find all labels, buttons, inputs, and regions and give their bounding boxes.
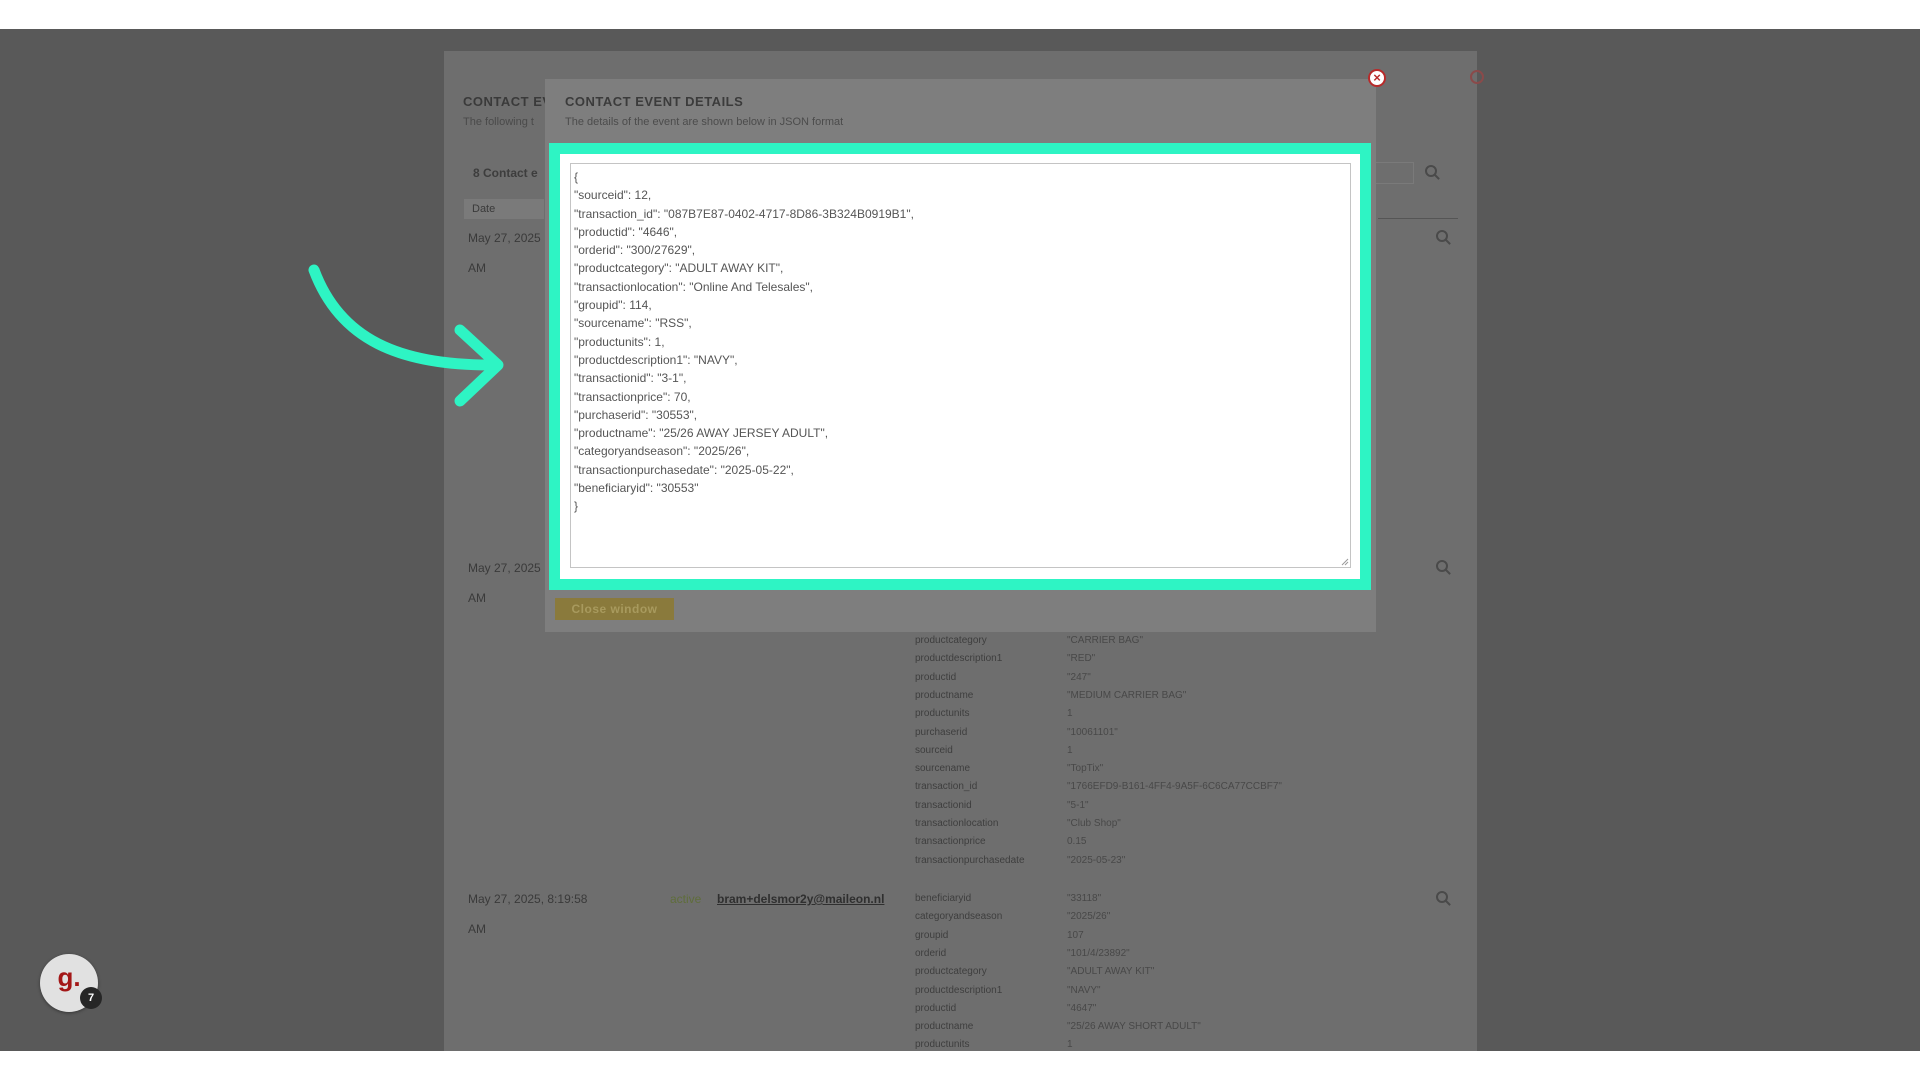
curved-arrow-icon: [308, 264, 504, 407]
background-close-icon: [1470, 70, 1484, 84]
detail-value: "101/4/23892": [1067, 947, 1130, 959]
detail-key: productunits: [915, 1039, 970, 1051]
detail-key: transactionid: [915, 799, 972, 811]
detail-key: transaction_id: [915, 781, 978, 793]
json-textarea[interactable]: { "sourceid": 12, "transaction_id": "087…: [570, 163, 1351, 568]
detail-value: "CARRIER BAG": [1067, 635, 1144, 646]
resize-grip-icon[interactable]: [1341, 558, 1349, 566]
modal-subtitle: The details of the event are shown below…: [565, 116, 844, 128]
detail-key: transactionpurchasedate: [915, 854, 1025, 866]
detail-value: "2025/26": [1067, 911, 1111, 923]
detail-value: "Club Shop": [1067, 818, 1121, 829]
detail-key: productname: [915, 689, 974, 701]
detail-value: "4647": [1067, 1002, 1097, 1014]
detail-value: "25/26 AWAY SHORT ADULT": [1067, 1021, 1201, 1033]
row-3-date-ampm: AM: [468, 922, 486, 936]
search-icon: [1425, 165, 1437, 177]
detail-value: "1766EFD9-B161-4FF4-9A5F-6C6CA77CCBF7": [1067, 781, 1282, 793]
detail-key: productdescription1: [915, 984, 1003, 996]
detail-value: "NAVY": [1067, 984, 1101, 996]
detail-key: transactionlocation: [915, 818, 999, 829]
detail-key: purchaserid: [915, 726, 968, 738]
detail-key: beneficiaryid: [915, 893, 972, 904]
row-3-email-link[interactable]: bram+delsmor2y@maileon.nl: [717, 892, 884, 906]
detail-value: 0.15: [1067, 836, 1087, 848]
detail-key: productdescription1: [915, 653, 1003, 665]
detail-key: productid: [915, 671, 957, 683]
row-2-date-ampm: AM: [468, 591, 486, 605]
detail-key: productcategory: [915, 966, 987, 978]
row-1-search-icon: [1436, 230, 1448, 242]
modal-title: CONTACT EVENT DETAILS: [565, 94, 744, 109]
contact-events-title: CONTACT EV: [463, 94, 552, 109]
detail-key: groupid: [915, 929, 949, 941]
detail-value: "2025-05-23": [1067, 854, 1126, 866]
close-circle-icon[interactable]: ×: [1368, 69, 1386, 87]
detail-value: 1: [1067, 744, 1073, 756]
detail-value: "TopTix": [1067, 763, 1104, 775]
detail-key: productunits: [915, 708, 970, 720]
contact-events-count: 8 Contact e: [473, 166, 538, 180]
detail-value: 1: [1067, 1039, 1073, 1051]
detail-key: orderid: [915, 947, 947, 959]
contact-events-subtitle: The following t: [463, 116, 534, 128]
detail-key: productcategory: [915, 635, 987, 646]
detail-value: "RED": [1067, 653, 1096, 665]
detail-key: transactionprice: [915, 836, 986, 848]
row-1-date: May 27, 2025: [468, 231, 541, 245]
detail-value: "ADULT AWAY KIT": [1067, 966, 1155, 978]
date-column-header: Date: [464, 199, 544, 219]
row-2-search-icon: [1436, 560, 1448, 572]
row-2-date: May 27, 2025: [468, 561, 541, 575]
detail-key: productname: [915, 1021, 974, 1033]
detail-value: "33118": [1067, 893, 1102, 904]
detail-value: "MEDIUM CARRIER BAG": [1067, 689, 1187, 701]
detail-key: sourcename: [915, 763, 971, 775]
row-3-search-icon: [1436, 891, 1448, 903]
close-window-button[interactable]: Close window: [555, 598, 674, 620]
detail-value: "10061101": [1067, 726, 1118, 738]
background-search-input: [1372, 162, 1414, 184]
detail-key: sourceid: [915, 744, 953, 756]
detail-value: 107: [1067, 929, 1084, 941]
row-3-date: May 27, 2025, 8:19:58: [468, 892, 588, 906]
detail-value: 1: [1067, 708, 1073, 720]
detail-value: "5-1": [1067, 799, 1089, 811]
detail-key: categoryandseason: [915, 911, 1003, 923]
detail-value: "247": [1067, 671, 1091, 683]
row-3-status: active: [670, 892, 702, 906]
detail-key: productid: [915, 1002, 957, 1014]
table-header-divider: [1378, 218, 1458, 219]
badge-count: 7: [80, 987, 102, 1009]
